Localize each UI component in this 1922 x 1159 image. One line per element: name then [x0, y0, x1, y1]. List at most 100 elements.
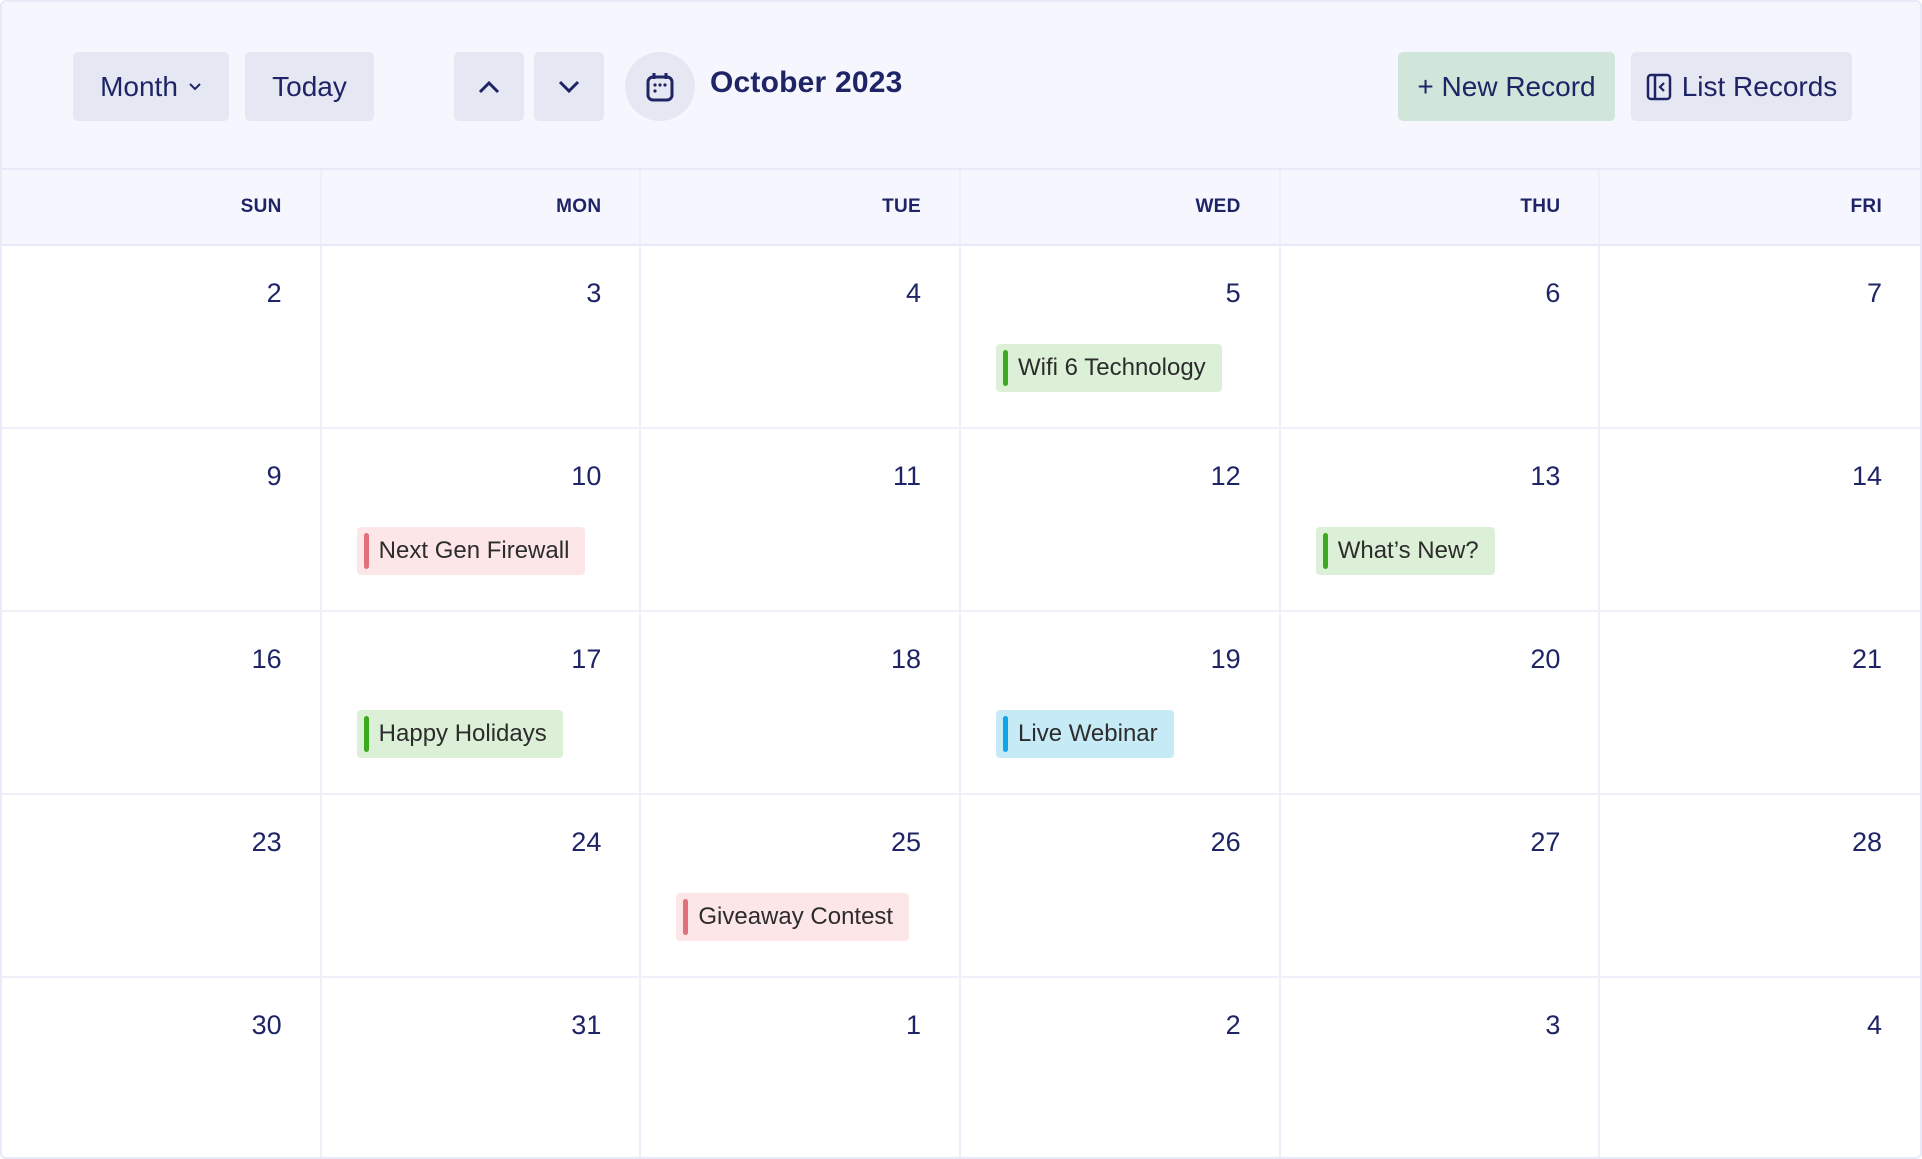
day-cell[interactable]: 3: [1281, 978, 1601, 1157]
view-selector-label: Month: [100, 70, 178, 102]
day-cell[interactable]: 3: [322, 246, 642, 427]
list-records-button[interactable]: List Records: [1631, 52, 1852, 121]
day-cell[interactable]: 16: [2, 612, 322, 793]
day-number: 23: [251, 827, 282, 857]
day-cell[interactable]: 11: [641, 429, 962, 610]
day-cell[interactable]: 9: [2, 429, 322, 610]
week-row: 23 24 25 Giveaway Contest 26 27 28: [2, 795, 1920, 978]
event-color-bar: [683, 899, 689, 935]
day-number: 19: [1210, 644, 1241, 674]
day-number: 9: [266, 461, 282, 491]
new-record-button[interactable]: + New Record: [1398, 52, 1615, 121]
day-cell[interactable]: 4: [1600, 978, 1920, 1157]
chevron-down-icon: [189, 82, 201, 90]
list-records-label: List Records: [1681, 70, 1838, 102]
day-number: 25: [890, 827, 922, 857]
day-number: 17: [571, 644, 602, 674]
day-number: 26: [1210, 827, 1241, 857]
day-cell[interactable]: 31: [322, 978, 642, 1157]
day-number: 10: [571, 461, 602, 491]
event-color-bar: [1003, 350, 1009, 386]
calendar-event[interactable]: Happy Holidays: [356, 710, 563, 758]
day-cell[interactable]: 2: [961, 978, 1281, 1157]
day-cell[interactable]: 13 What’s New?: [1281, 429, 1601, 610]
calendar-icon: [646, 72, 674, 101]
weekday-header-row: SUN MON TUE WED THU FRI: [2, 170, 1920, 246]
day-cell[interactable]: 17 Happy Holidays: [322, 612, 642, 793]
day-cell[interactable]: 5 Wifi 6 Technology: [961, 246, 1281, 427]
week-row: 16 17 Happy Holidays 18 19 Live Webinar 20 21: [2, 612, 1920, 795]
day-number: 12: [1210, 461, 1241, 491]
calendar-event[interactable]: Live Webinar: [996, 710, 1174, 758]
day-number: 4: [905, 278, 922, 308]
calendar-event[interactable]: Next Gen Firewall: [356, 527, 586, 575]
event-title: Next Gen Firewall: [378, 537, 570, 564]
chevron-up-icon: [478, 80, 500, 93]
previous-period-button[interactable]: [454, 52, 524, 121]
calendar-event[interactable]: Giveaway Contest: [676, 893, 910, 941]
weekday-header-sun: SUN: [2, 170, 322, 244]
day-cell[interactable]: 1: [641, 978, 962, 1157]
today-button[interactable]: Today: [245, 52, 374, 121]
day-number: 3: [1545, 1010, 1561, 1040]
day-number: 14: [1851, 461, 1883, 491]
day-cell[interactable]: 28: [1600, 795, 1920, 976]
chevron-down-icon: [558, 80, 580, 93]
event-title: What’s New?: [1337, 537, 1479, 564]
event-color-bar: [363, 533, 369, 569]
day-number: 16: [251, 644, 282, 674]
current-period-title: October 2023: [710, 66, 903, 99]
calendar-toolbar: Month Today October 2023 + New Record Li…: [2, 2, 1920, 170]
weekday-header-thu: THU: [1281, 170, 1601, 244]
day-number: 4: [1867, 1010, 1883, 1040]
weekday-header-tue: TUE: [641, 170, 962, 244]
calendar-event[interactable]: Wifi 6 Technology: [996, 344, 1222, 392]
day-number: 7: [1867, 278, 1883, 308]
day-cell[interactable]: 18: [641, 612, 962, 793]
day-cell[interactable]: 21: [1600, 612, 1920, 793]
day-number: 5: [1225, 278, 1241, 308]
week-row: 30 31 1 2 3 4: [2, 978, 1920, 1157]
day-number: 20: [1530, 644, 1561, 674]
day-number: 28: [1851, 827, 1883, 857]
event-title: Happy Holidays: [378, 720, 547, 747]
day-number: 11: [892, 461, 922, 491]
day-number: 27: [1530, 827, 1561, 857]
event-color-bar: [363, 716, 369, 752]
day-cell[interactable]: 10 Next Gen Firewall: [322, 429, 642, 610]
day-cell[interactable]: 6: [1281, 246, 1601, 427]
calendar-event[interactable]: What’s New?: [1315, 527, 1495, 575]
day-number: 31: [571, 1010, 602, 1040]
day-number: 24: [571, 827, 602, 857]
day-cell[interactable]: 14: [1600, 429, 1920, 610]
event-color-bar: [1003, 716, 1009, 752]
day-number: 1: [905, 1010, 922, 1040]
weekday-header-mon: MON: [322, 170, 642, 244]
date-picker-button[interactable]: [625, 52, 695, 121]
day-cell[interactable]: 7: [1600, 246, 1920, 427]
day-number: 13: [1530, 461, 1561, 491]
day-cell[interactable]: 20: [1281, 612, 1601, 793]
day-cell[interactable]: 12: [961, 429, 1281, 610]
day-cell[interactable]: 19 Live Webinar: [961, 612, 1281, 793]
day-cell[interactable]: 26: [961, 795, 1281, 976]
event-title: Live Webinar: [1018, 720, 1158, 747]
weekday-header-wed: WED: [961, 170, 1281, 244]
weekday-header-fri: FRI: [1850, 196, 1883, 217]
day-cell[interactable]: 23: [2, 795, 322, 976]
event-title: Wifi 6 Technology: [1018, 354, 1206, 381]
view-selector-dropdown[interactable]: Month: [73, 52, 229, 121]
day-cell[interactable]: 30: [2, 978, 322, 1157]
day-number: 3: [586, 278, 602, 308]
day-cell[interactable]: 4: [641, 246, 962, 427]
day-cell[interactable]: 25 Giveaway Contest: [641, 795, 962, 976]
next-period-button[interactable]: [534, 52, 604, 121]
week-row: 9 10 Next Gen Firewall 11 12 13 What’s New? 14: [2, 429, 1920, 612]
day-cell[interactable]: 2: [2, 246, 322, 427]
event-title: Giveaway Contest: [698, 903, 894, 930]
day-cell[interactable]: 24: [322, 795, 642, 976]
day-number: 2: [1225, 1010, 1241, 1040]
day-number: 6: [1545, 278, 1561, 308]
day-cell[interactable]: 27: [1281, 795, 1601, 976]
event-color-bar: [1322, 533, 1328, 569]
